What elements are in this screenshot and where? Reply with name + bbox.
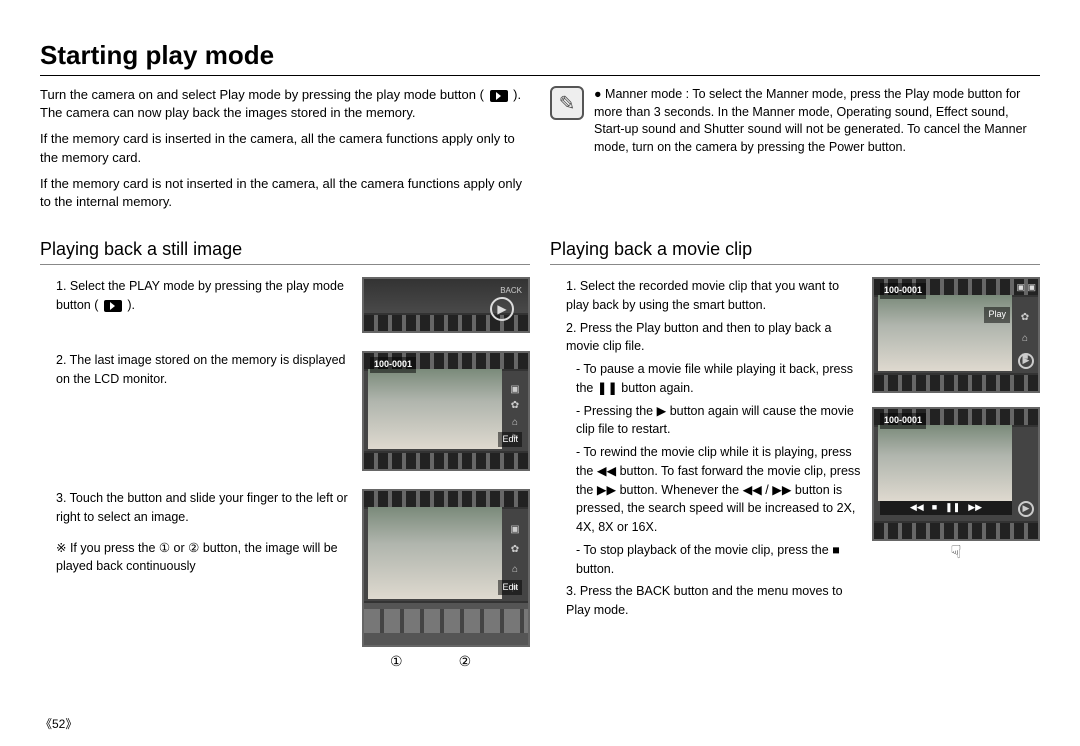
- note-text: ● Manner mode : To select the Manner mod…: [594, 86, 1040, 156]
- note-label: Manner mode :: [605, 87, 689, 101]
- still-step3: 3. Touch the button and slide your finge…: [40, 489, 352, 580]
- hand-pointer-icon: ☟: [872, 539, 1040, 566]
- rewind-icon: ◀◀: [597, 464, 616, 478]
- note-bullet: ●: [594, 87, 602, 101]
- note-box: ✎ ● Manner mode : To select the Manner m…: [550, 86, 1040, 156]
- intro-left: Turn the camera on and select Play mode …: [40, 86, 530, 219]
- intro-p1: Turn the camera on and select Play mode …: [40, 86, 530, 122]
- still-s3: 3. Touch the button and slide your finge…: [56, 489, 352, 527]
- movie-s2d-a: - To stop playback of the movie clip, pr…: [576, 543, 832, 557]
- movie-top-row: 1. Select the recorded movie clip that y…: [550, 277, 1040, 624]
- still-step1-row: 1. Select the PLAY mode by pressing the …: [40, 277, 530, 333]
- rewind-icon: ◀◀: [910, 501, 924, 515]
- movie-title: Playing back a movie clip: [550, 239, 1040, 265]
- still-step1: 1. Select the PLAY mode by pressing the …: [40, 277, 352, 319]
- movie-s2c-d: /: [762, 483, 772, 497]
- movie-s2c-c: button. Whenever the: [616, 483, 742, 497]
- num-2: ②: [459, 651, 472, 672]
- play-circle-icon: ▶: [1018, 501, 1034, 517]
- still-thumb2: 100-0001 ▣✿⌂⚑ Edit: [362, 351, 530, 471]
- movie-s2d-b: button.: [576, 562, 614, 576]
- play-button-icon: ▶: [490, 297, 514, 321]
- still-s1a: 1. Select the PLAY mode by pressing the …: [56, 279, 344, 312]
- lcd-preview: 100-0001 ▣✿⌂⚑ Edit: [362, 351, 530, 471]
- movie-s3: 3. Press the BACK button and the menu mo…: [566, 582, 862, 620]
- still-section: Playing back a still image 1. Select the…: [40, 219, 530, 676]
- pause-icon: ❚❚: [597, 381, 618, 395]
- intro-p2: If the memory card is inserted in the ca…: [40, 130, 530, 166]
- play-mode-icon: [104, 300, 122, 312]
- movie-steps: 1. Select the recorded movie clip that y…: [550, 277, 862, 624]
- touch-strip: [364, 601, 528, 645]
- stop-icon: ■: [932, 501, 937, 515]
- movie-s2d: - To stop playback of the movie clip, pr…: [566, 541, 862, 579]
- still-thumb3: ▣✿⌂⚑ Edit ① ②: [362, 489, 530, 672]
- film-strip-icon: [364, 451, 528, 469]
- note-icon: ✎: [550, 86, 584, 120]
- movie-s2b: - Pressing the ▶ button again will cause…: [566, 402, 862, 440]
- lcd-preview-slide: ▣✿⌂⚑ Edit: [362, 489, 530, 647]
- folder-label: 100-0001: [880, 413, 926, 429]
- folder-label: 100-0001: [370, 357, 416, 373]
- stop-icon: ■: [832, 543, 840, 557]
- movie-s2a: - To pause a movie file while playing it…: [566, 360, 862, 398]
- slide-numbers: ① ②: [362, 651, 530, 672]
- intro-p3: If the memory card is not inserted in th…: [40, 175, 530, 211]
- movie-section: Playing back a movie clip 1. Select the …: [550, 219, 1040, 676]
- play-mode-icon: [490, 90, 508, 102]
- edit-label: Edit: [498, 432, 522, 448]
- movie-preview-1: 100-0001 ▣ ▣ ✿⌂⚑ Play ▶: [872, 277, 1040, 393]
- body-columns: Playing back a still image 1. Select the…: [40, 219, 1040, 676]
- still-step3-row: 3. Touch the button and slide your finge…: [40, 489, 530, 672]
- still-s1b: ).: [127, 298, 135, 312]
- still-title: Playing back a still image: [40, 239, 530, 265]
- movie-s2c: - To rewind the movie clip while it is p…: [566, 443, 862, 537]
- movie-s2a-b: button again.: [618, 381, 694, 395]
- ff-icon: ▶▶: [968, 501, 982, 515]
- movie-thumbs: 100-0001 ▣ ▣ ✿⌂⚑ Play ▶ 100-0001 ◀◀ ■: [872, 277, 1040, 566]
- still-step2-row: 2. The last image stored on the memory i…: [40, 351, 530, 471]
- back-label: BACK: [500, 285, 522, 297]
- ff-icon: ▶▶: [597, 483, 616, 497]
- pause-icon: ❚❚: [945, 501, 960, 515]
- playback-controls: ◀◀ ■ ❚❚ ▶▶: [880, 501, 1012, 515]
- film-strip-icon: [874, 521, 1038, 539]
- intro-columns: Turn the camera on and select Play mode …: [40, 86, 1040, 219]
- play-circle-icon: ▶: [1018, 353, 1034, 369]
- intro-right: ✎ ● Manner mode : To select the Manner m…: [550, 86, 1040, 219]
- num-1: ①: [390, 651, 403, 672]
- movie-s2: 2. Press the Play button and then to pla…: [566, 319, 862, 357]
- top-right-icons: ▣ ▣: [1016, 281, 1036, 295]
- photo-placeholder: [368, 507, 502, 599]
- folder-label: 100-0001: [880, 283, 926, 299]
- edit-label: Edit: [498, 580, 522, 596]
- page-number: 《52》: [40, 715, 77, 732]
- still-s3-note: ※ If you press the ① or ② button, the im…: [56, 539, 352, 577]
- still-s2: 2. The last image stored on the memory i…: [56, 351, 352, 389]
- play-label: Play: [984, 307, 1010, 323]
- intro-p1a: Turn the camera on and select Play mode …: [40, 87, 488, 102]
- camera-top-panel: ▶ BACK: [362, 277, 530, 333]
- play-icon: ▶: [657, 404, 667, 418]
- photo-placeholder: [878, 425, 1012, 501]
- movie-s2b-a: - Pressing the: [576, 404, 657, 418]
- rewind-icon: ◀◀: [743, 483, 762, 497]
- page-title: Starting play mode: [40, 40, 1040, 76]
- still-step2: 2. The last image stored on the memory i…: [40, 351, 352, 393]
- film-strip-icon: [874, 373, 1038, 391]
- still-thumb1: ▶ BACK: [362, 277, 530, 333]
- photo-placeholder: [368, 369, 502, 449]
- movie-preview-2: 100-0001 ◀◀ ■ ❚❚ ▶▶ ▶: [872, 407, 1040, 541]
- touch-buttons: [364, 609, 528, 633]
- movie-s1: 1. Select the recorded movie clip that y…: [566, 277, 862, 315]
- ff-icon: ▶▶: [772, 483, 791, 497]
